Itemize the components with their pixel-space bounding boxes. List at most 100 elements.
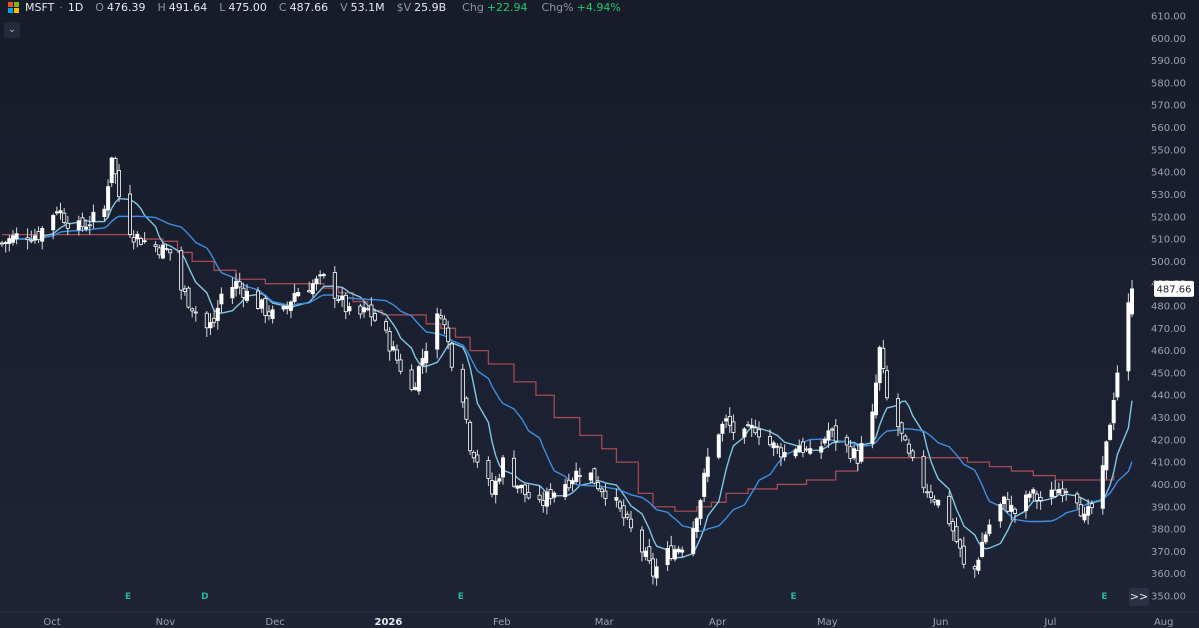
candle-body [881, 347, 886, 369]
change-label: Chg [462, 0, 484, 14]
candle-body [340, 295, 345, 300]
candle-body [193, 311, 198, 314]
candle-body [855, 450, 860, 464]
candle-body [1089, 503, 1094, 509]
interval-label[interactable]: 1D [68, 1, 83, 14]
time-tick-label: 2026 [375, 617, 403, 628]
earnings-marker[interactable]: E [458, 592, 464, 602]
scroll-to-latest-button[interactable]: >> [1129, 588, 1149, 606]
candle-body [372, 313, 377, 321]
price-tick-label: 400.00 [1151, 480, 1186, 491]
candle-body [215, 307, 220, 321]
candle-body [742, 428, 747, 438]
price-tick-label: 550.00 [1151, 145, 1186, 156]
candle-body [321, 274, 326, 277]
candle-body [446, 327, 451, 343]
candle-body [234, 280, 239, 289]
candle-body [244, 290, 249, 301]
price-tick-label: 370.00 [1151, 547, 1186, 558]
candle-body [947, 495, 952, 525]
msft-logo-icon [8, 1, 19, 13]
price-tick-label: 500.00 [1151, 257, 1186, 268]
dollar-volume-value: 25.9B [414, 0, 447, 14]
price-chart[interactable]: 350.00 360.00 370.00 380.00 390.00 400.00 410.… [0, 0, 1199, 628]
candle-body [1115, 372, 1120, 398]
candle-body [716, 434, 721, 458]
candle-body [566, 479, 571, 489]
price-tick-label: 380.00 [1151, 525, 1186, 536]
candle-body [391, 346, 396, 351]
candle-body [157, 247, 162, 256]
candle-body [1100, 465, 1105, 509]
time-tick-label: Oct [43, 617, 60, 628]
candle-body [826, 430, 831, 441]
candle-body [629, 518, 634, 529]
candle-body [614, 497, 619, 501]
candle-body [779, 447, 784, 458]
chevron-down-icon: ⌄ [7, 24, 17, 35]
candle-body [980, 541, 985, 557]
candle-body [1108, 424, 1113, 440]
candle-body [219, 293, 224, 305]
candle-body [435, 313, 440, 350]
candle-body [416, 366, 421, 392]
low-value: 475.00 [228, 0, 267, 14]
price-tick-label: 600.00 [1151, 34, 1186, 45]
time-tick-label: May [817, 617, 838, 628]
price-tick-label: 570.00 [1151, 101, 1186, 112]
candle-body [255, 290, 260, 309]
candle-body [676, 548, 681, 553]
time-tick-label: Apr [709, 617, 727, 628]
candle-body [874, 382, 879, 416]
earnings-marker[interactable]: E [125, 592, 131, 602]
candle-body [1038, 496, 1043, 501]
change-pct-label: Chg% [541, 0, 574, 14]
candle-body [281, 306, 286, 310]
candle-body [32, 235, 37, 241]
candle-body [420, 357, 425, 366]
candle-body [768, 436, 773, 446]
candle-body [1049, 489, 1054, 498]
price-tick-label: 430.00 [1151, 413, 1186, 424]
candle-body [489, 480, 494, 495]
symbol-label[interactable]: MSFT [25, 1, 54, 14]
candle-body [570, 480, 575, 485]
dividend-marker[interactable]: D [201, 592, 208, 602]
candle-body [266, 311, 271, 317]
candle-body [1130, 288, 1135, 315]
candle-body [512, 457, 517, 487]
candle-body [182, 288, 187, 292]
candle-body [230, 286, 235, 299]
candle-body [665, 548, 670, 566]
candle-body [921, 455, 926, 489]
earnings-marker[interactable]: E [791, 592, 797, 602]
candle-body [153, 244, 158, 247]
candle-body [833, 425, 838, 442]
earnings-marker[interactable]: E [1101, 592, 1107, 602]
candle-body [500, 457, 505, 478]
candle-body [1034, 493, 1039, 501]
candle-body [25, 237, 30, 240]
candle-body [106, 186, 111, 211]
candle-body [1060, 488, 1065, 496]
candle-body [654, 566, 659, 579]
candle-body [596, 482, 601, 490]
volume-label: V [340, 0, 348, 14]
candle-body [1075, 493, 1080, 504]
candle-body [127, 193, 132, 235]
candle-body [394, 349, 399, 361]
price-tick-label: 520.00 [1151, 212, 1186, 223]
candle-body [640, 529, 645, 553]
candle-body [705, 456, 710, 477]
price-tick-label: 440.00 [1151, 391, 1186, 402]
candle-body [80, 217, 85, 228]
candle-body [365, 308, 370, 311]
candle-body [332, 272, 337, 299]
candle-body [449, 343, 454, 368]
candle-body [160, 244, 165, 259]
price-tick-label: 410.00 [1151, 458, 1186, 469]
price-tick-label: 530.00 [1151, 190, 1186, 201]
candle-body [343, 294, 348, 313]
collapse-legend-button[interactable]: ⌄ [4, 22, 20, 38]
candle-body [361, 307, 366, 313]
